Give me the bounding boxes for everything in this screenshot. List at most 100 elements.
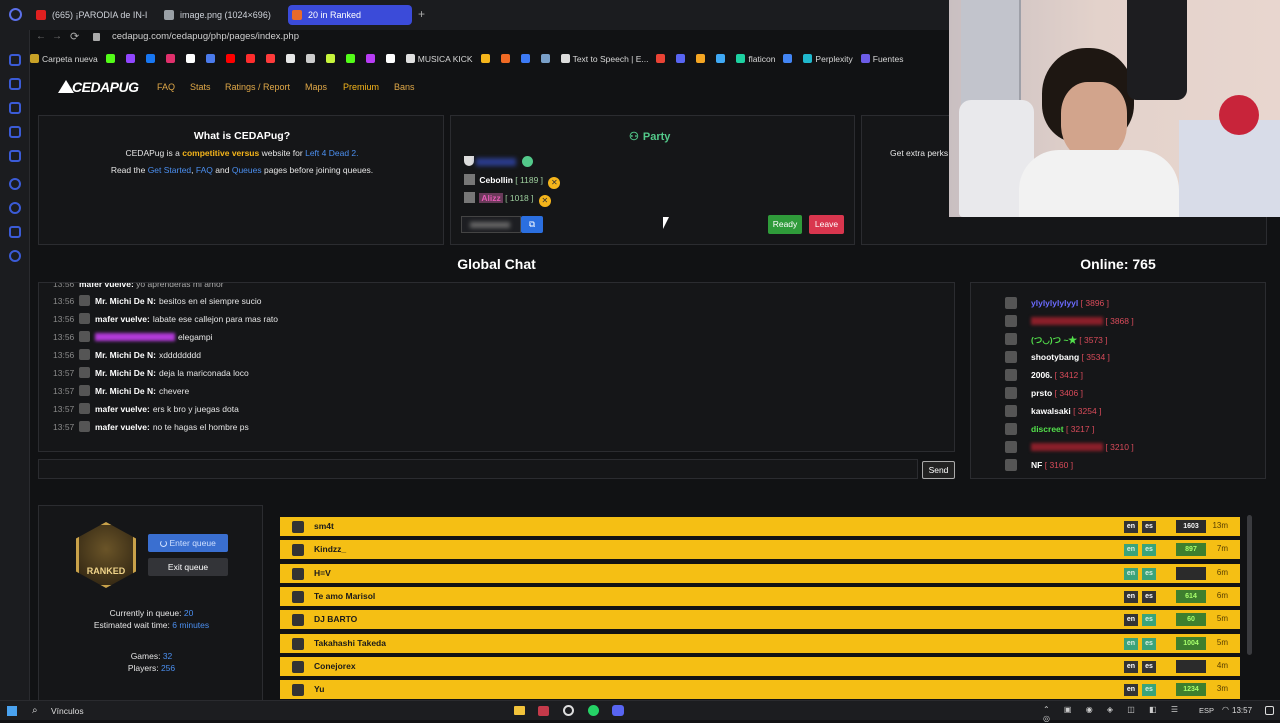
bookmark-item[interactable]: flaticon bbox=[736, 50, 775, 68]
notification-icon[interactable] bbox=[1265, 706, 1274, 715]
queue-row[interactable]: sm4t en es 1603 13m bbox=[280, 517, 1240, 536]
chat-username[interactable]: Mr. Michi De N: bbox=[95, 296, 156, 306]
bookmark-item[interactable]: Fuentes bbox=[860, 50, 903, 68]
bookmark-item[interactable]: Carpeta nueva bbox=[30, 50, 98, 68]
queue-row[interactable]: H=V en es 6m bbox=[280, 563, 1240, 583]
get-started-link[interactable]: Get Started bbox=[148, 165, 191, 175]
bookmark-item[interactable]: MUSICA KICK bbox=[405, 50, 473, 68]
enter-queue-button[interactable]: Enter queue bbox=[148, 534, 228, 552]
bookmark-item[interactable] bbox=[500, 50, 513, 68]
bookmark-item[interactable] bbox=[385, 50, 398, 68]
new-tab-button[interactable]: + bbox=[418, 8, 425, 20]
bookmark-item[interactable] bbox=[345, 50, 358, 68]
online-user[interactable]: discreet [ 3217 ] bbox=[1005, 423, 1094, 435]
faq-link[interactable]: FAQ bbox=[196, 165, 213, 175]
chat-username[interactable]: mafer vuelve: bbox=[95, 422, 150, 432]
chat-username[interactable]: Mr. Michi De N: bbox=[95, 386, 156, 396]
back-icon[interactable]: ← bbox=[36, 31, 46, 42]
bookmark-item[interactable] bbox=[125, 50, 138, 68]
bookmark-item[interactable] bbox=[245, 50, 258, 68]
chat-username[interactable]: mafer vuelve: bbox=[95, 404, 150, 414]
queue-row[interactable]: DJ BARTO en es 60 5m bbox=[280, 610, 1240, 630]
discord-icon[interactable] bbox=[612, 705, 624, 716]
nav-bans[interactable]: Bans bbox=[394, 82, 415, 92]
online-users-panel[interactable]: ylylylylylyyl [ 3896 ] [ 3868 ] (つ◡︎)つ ~★… bbox=[970, 282, 1266, 479]
online-user[interactable]: kawalsaki [ 3254 ] bbox=[1005, 405, 1101, 417]
language-indicator[interactable]: ESP bbox=[1199, 706, 1214, 715]
bookmark-item[interactable] bbox=[165, 50, 178, 68]
chat-input[interactable] bbox=[38, 459, 918, 479]
queue-row[interactable]: Takahashi Takeda en es 1004 5m bbox=[280, 633, 1240, 653]
online-user[interactable]: (つ◡︎)つ ~★ [ 3573 ] bbox=[1005, 333, 1108, 346]
bookmark-item[interactable] bbox=[205, 50, 218, 68]
clock[interactable]: 13:57 bbox=[1232, 706, 1252, 715]
sidebar-pen-icon[interactable] bbox=[9, 126, 21, 138]
bookmark-item[interactable] bbox=[185, 50, 198, 68]
bookmark-item[interactable] bbox=[265, 50, 278, 68]
bookmark-item[interactable]: Text to Speech | E... bbox=[560, 50, 648, 68]
browser-tab-3[interactable]: 20 in Ranked bbox=[288, 5, 412, 25]
bookmark-item[interactable] bbox=[480, 50, 493, 68]
queue-scrollbar[interactable] bbox=[1247, 515, 1252, 655]
online-user[interactable]: prsto [ 3406 ] bbox=[1005, 387, 1083, 399]
bookmark-item[interactable] bbox=[520, 50, 533, 68]
app-icon[interactable] bbox=[538, 706, 549, 716]
taskbar-search-icon[interactable]: ⌕ bbox=[32, 705, 38, 716]
copy-code-button[interactable]: ⧉ bbox=[521, 216, 543, 233]
sidebar-chat-icon[interactable] bbox=[9, 226, 21, 238]
sidebar-circle-icon[interactable] bbox=[9, 178, 21, 190]
wifi-icon[interactable]: ◠ bbox=[1222, 705, 1229, 714]
chat-username[interactable]: Mr. Michi De N: bbox=[95, 350, 156, 360]
online-user[interactable]: ylylylylylyyl [ 3896 ] bbox=[1005, 297, 1109, 309]
queue-row[interactable]: Te amo Marisol en es 614 6m bbox=[280, 586, 1240, 606]
taskbar-search[interactable]: Vínculos bbox=[51, 706, 84, 716]
online-user[interactable]: 2006. [ 3412 ] bbox=[1005, 369, 1083, 381]
bookmark-item[interactable] bbox=[696, 50, 708, 68]
bookmark-item[interactable] bbox=[365, 50, 378, 68]
bookmark-item[interactable] bbox=[105, 50, 118, 68]
chat-username[interactable]: Mr. Michi De N: bbox=[95, 368, 156, 378]
folder-icon[interactable] bbox=[514, 706, 525, 715]
tray-icons[interactable]: ⌃ ▣ ◉ ◈ ◫ ◧ ☰ ◎ bbox=[1043, 705, 1193, 723]
url-field[interactable]: cedapug.com/cedapug/php/pages/index.php bbox=[112, 31, 299, 42]
chat-username[interactable]: mafer vuelve: bbox=[95, 314, 150, 324]
exit-queue-button[interactable]: Exit queue bbox=[148, 558, 228, 576]
invite-code-field[interactable] bbox=[461, 216, 521, 233]
bookmark-item[interactable] bbox=[656, 50, 668, 68]
online-user[interactable]: shootybang [ 3534 ] bbox=[1005, 351, 1110, 363]
nav-premium[interactable]: Premium bbox=[343, 82, 379, 92]
chrome-icon[interactable] bbox=[563, 705, 574, 716]
bookmark-item[interactable] bbox=[145, 50, 158, 68]
queues-link[interactable]: Queues bbox=[232, 165, 262, 175]
queue-row[interactable]: Yu en es 1234 3m bbox=[280, 680, 1240, 700]
send-button[interactable]: Send bbox=[922, 461, 955, 479]
bookmark-item[interactable] bbox=[325, 50, 338, 68]
online-user[interactable]: [ 3210 ] bbox=[1005, 441, 1134, 453]
queue-row[interactable]: Kindzz_ en es 897 7m bbox=[280, 540, 1240, 560]
ready-button[interactable]: Ready bbox=[768, 215, 802, 234]
browser-tab-1[interactable]: (665) ¡PARODIA de IN-I bbox=[32, 5, 152, 25]
whatsapp-icon[interactable] bbox=[588, 705, 599, 716]
bookmark-item[interactable] bbox=[305, 50, 318, 68]
site-logo[interactable]: CEDAPUG bbox=[58, 78, 139, 96]
nav-maps[interactable]: Maps bbox=[305, 82, 327, 92]
chat-username[interactable] bbox=[95, 333, 175, 341]
sidebar-history-icon[interactable] bbox=[9, 78, 21, 90]
browser-logo-icon[interactable] bbox=[9, 8, 22, 21]
nav-ratings[interactable]: Ratings / Report bbox=[225, 82, 290, 92]
bookmark-item[interactable] bbox=[225, 50, 238, 68]
nav-stats[interactable]: Stats bbox=[190, 82, 211, 92]
sidebar-mail-icon[interactable] bbox=[9, 150, 21, 162]
bookmark-item[interactable] bbox=[540, 50, 553, 68]
bookmark-item[interactable] bbox=[783, 50, 795, 68]
browser-tab-2[interactable]: image.png (1024×696) bbox=[160, 5, 280, 25]
windows-start-icon[interactable] bbox=[7, 706, 17, 716]
chat-messages-panel[interactable]: 13:56 mafer vuelve: yo aprenderas mi amor… bbox=[38, 282, 955, 452]
bookmark-item[interactable] bbox=[676, 50, 688, 68]
online-user[interactable]: NF [ 3160 ] bbox=[1005, 459, 1073, 471]
kick-member-button[interactable]: ✕ bbox=[538, 195, 551, 207]
sidebar-messenger-icon[interactable] bbox=[9, 54, 21, 66]
sidebar-notes-icon[interactable] bbox=[9, 102, 21, 114]
kick-member-button[interactable]: ✕ bbox=[548, 177, 561, 189]
bookmark-item[interactable] bbox=[285, 50, 298, 68]
